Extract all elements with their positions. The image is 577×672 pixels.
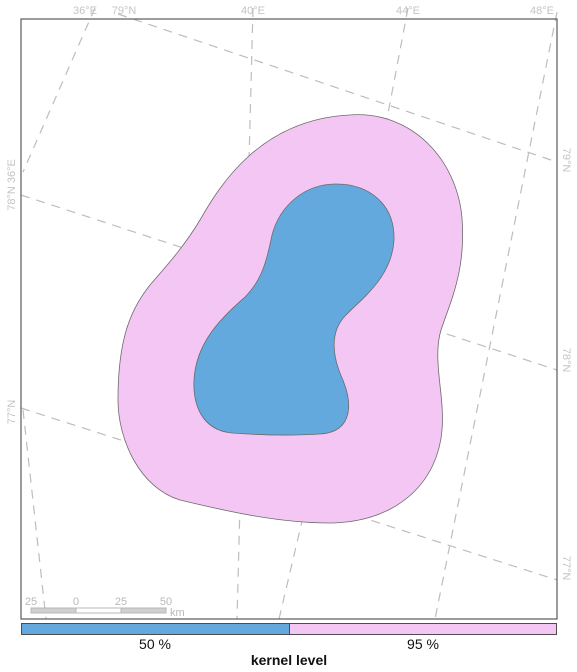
left-label-78n-36e: 78°N 36°E — [6, 159, 18, 211]
right-label-79n: 79°N — [560, 148, 572, 173]
lon-label-36e: 36°E — [73, 5, 97, 17]
legend-swatch-50 — [22, 624, 290, 634]
scalebar-label-25: 25 — [115, 596, 127, 608]
legend-label-95: 95 % — [407, 636, 439, 652]
lon-label-40e: 40°E — [241, 5, 265, 17]
right-label-78n: 78°N — [560, 348, 572, 373]
lon-label-44e: 44°E — [396, 5, 420, 17]
legend-colorbar — [21, 623, 557, 635]
legend-label-50: 50 % — [139, 636, 171, 652]
scalebar-label-25-left: 25 — [25, 596, 37, 608]
left-label-77n: 77°N — [6, 400, 18, 425]
right-label-77n: 77°N — [560, 556, 572, 581]
scalebar-unit: km — [170, 607, 185, 619]
lat-label-79n-top: 79°N — [112, 5, 137, 17]
lon-label-48e: 48°E — [530, 5, 554, 17]
legend-labels: 50 % 95 % — [21, 636, 557, 652]
map-panel: 36°E 79°N 40°E 44°E 48°E 78°N 36°E 77°N … — [6, 5, 572, 620]
legend-swatch-95 — [289, 624, 556, 634]
scalebar-label-0: 0 — [73, 596, 79, 608]
legend-title: kernel level — [250, 652, 328, 668]
